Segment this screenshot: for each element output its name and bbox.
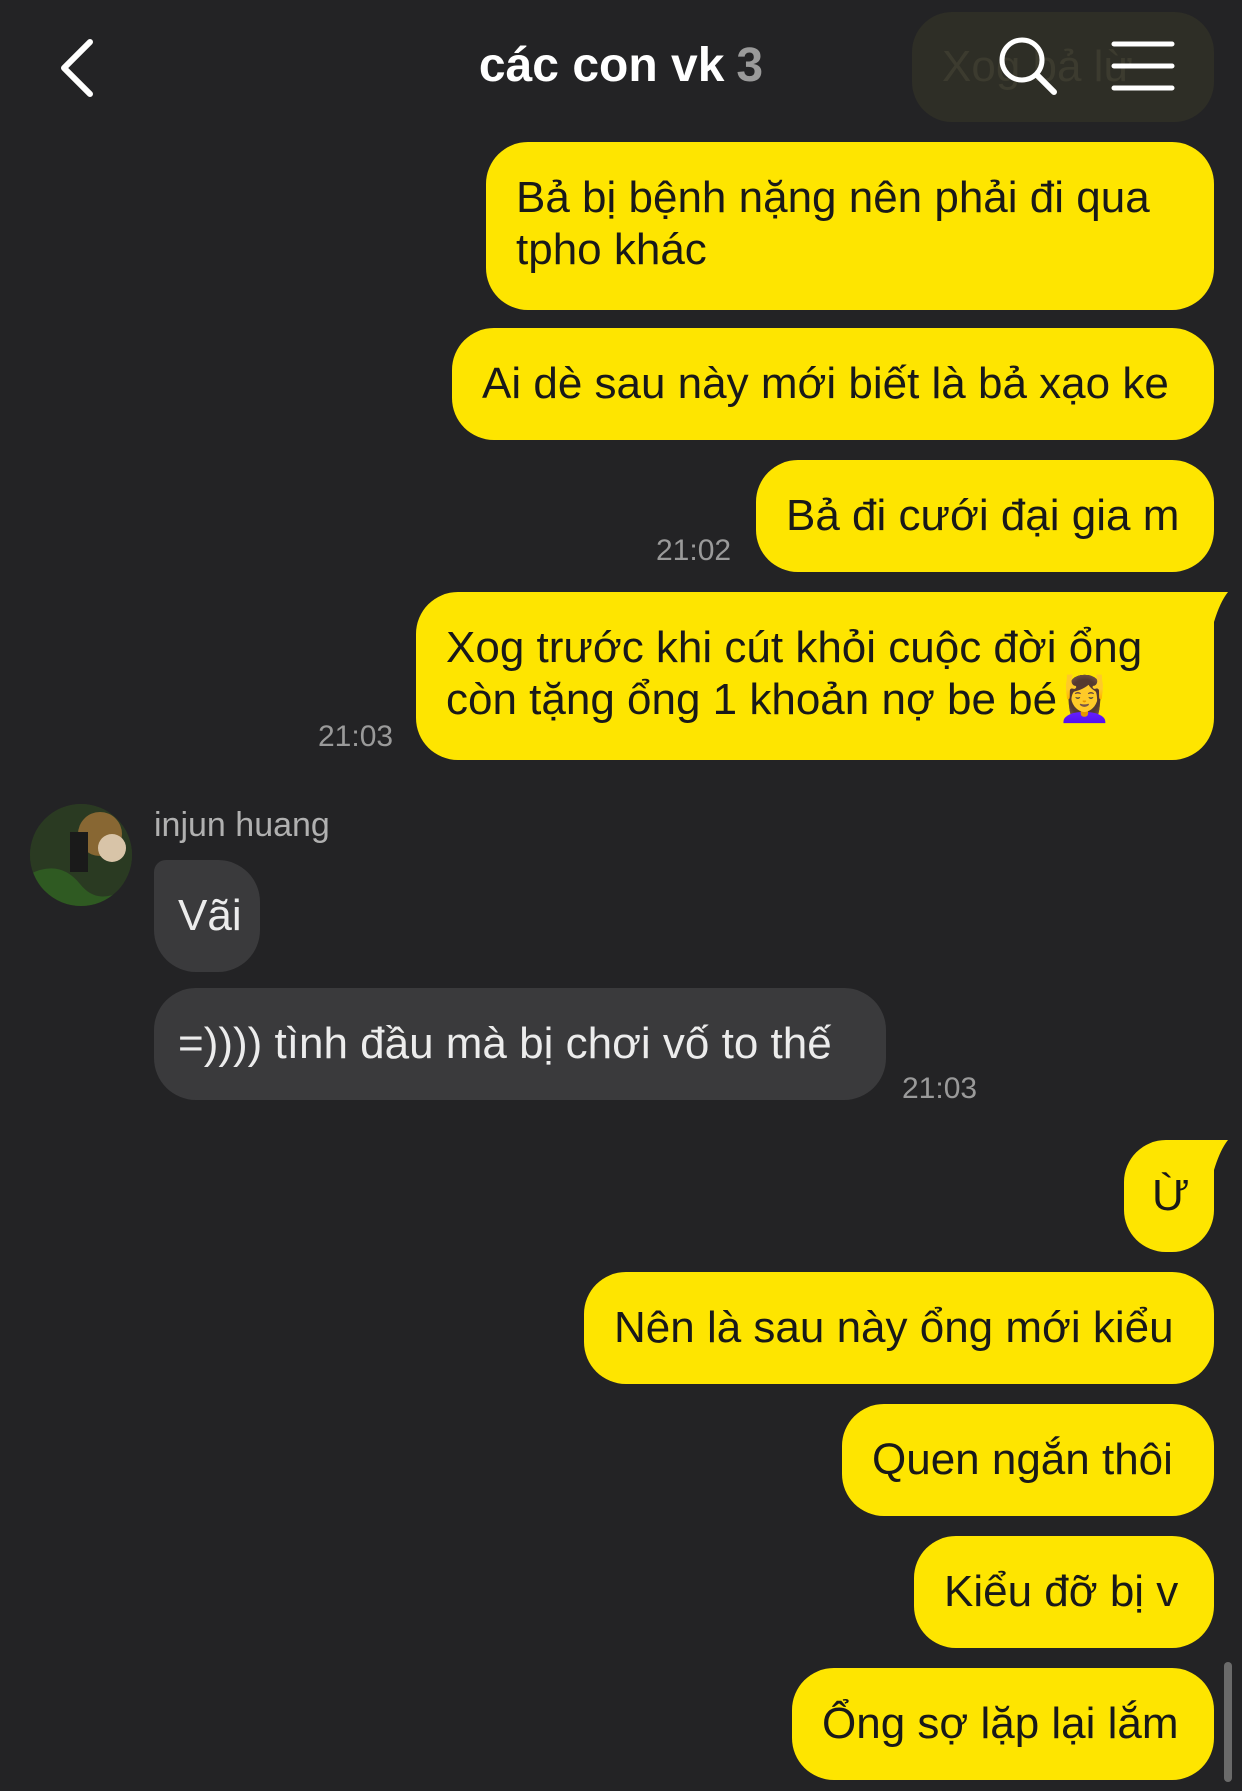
bubble-tail xyxy=(1196,592,1228,622)
chat-title-text: các con vk xyxy=(478,39,725,92)
sent-message[interactable]: Xog trước khi cút khỏi cuộc đời ổng còn … xyxy=(416,592,1214,760)
member-count: 3 xyxy=(736,39,764,92)
sent-message[interactable]: Bả bị bệnh nặng nên phải đi qua tpho khá… xyxy=(486,142,1214,310)
message-time: 21:03 xyxy=(902,1072,978,1105)
message-time: 21:02 xyxy=(656,534,732,567)
avatar-image-icon xyxy=(30,804,132,906)
menu-button[interactable] xyxy=(1110,36,1176,96)
sender-name: injun huang xyxy=(154,806,330,844)
sent-message[interactable]: Ổng sợ lặp lại lắm xyxy=(792,1668,1214,1780)
sent-message[interactable]: Ai dè sau này mới biết là bả xạo ke xyxy=(452,328,1214,440)
search-button[interactable] xyxy=(992,30,1064,102)
bubble-tail xyxy=(1196,1140,1228,1170)
search-icon xyxy=(999,37,1057,95)
received-message[interactable]: =)))) tình đầu mà bị chơi vố to thế xyxy=(154,988,886,1100)
sent-message[interactable]: Bả đi cưới đại gia m xyxy=(756,460,1214,572)
sent-message[interactable]: Nên là sau này ổng mới kiểu xyxy=(584,1272,1214,1384)
scrollbar[interactable] xyxy=(1224,1662,1232,1782)
sent-message[interactable]: Kiểu đỡ bị v xyxy=(914,1536,1214,1648)
chat-header: Xog bả lừ các con vk 3 xyxy=(0,0,1242,140)
received-message[interactable]: Vãi xyxy=(154,860,260,972)
menu-icon xyxy=(1111,41,1175,91)
message-time: 21:03 xyxy=(318,720,394,753)
sent-message[interactable]: Quen ngắn thôi xyxy=(842,1404,1214,1516)
avatar[interactable] xyxy=(30,804,132,906)
